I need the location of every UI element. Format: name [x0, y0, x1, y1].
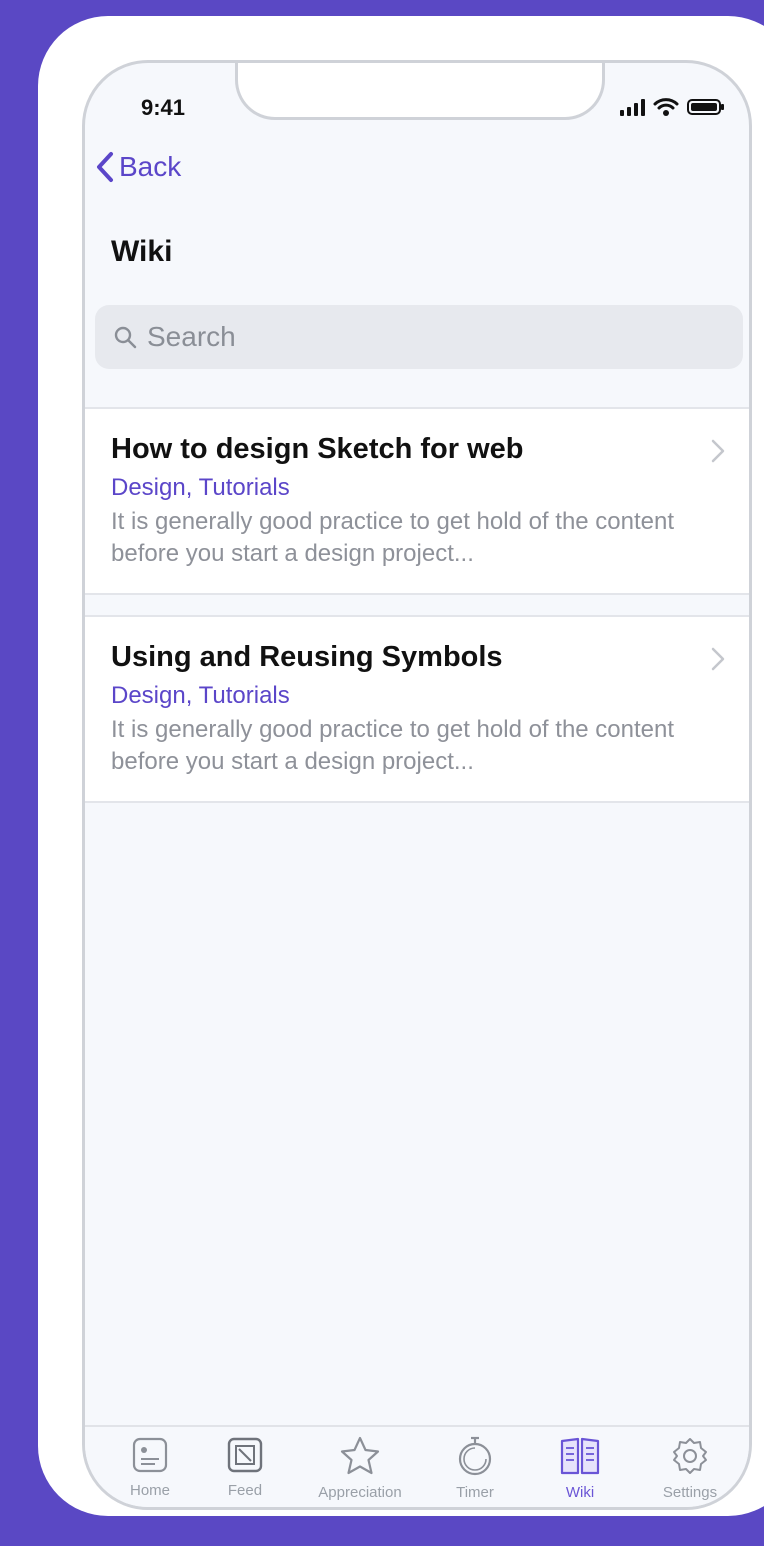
- article-excerpt: It is generally good practice to get hol…: [111, 508, 675, 568]
- gear-icon: [673, 1438, 707, 1474]
- tab-label: Appreciation: [318, 1484, 402, 1501]
- list-item[interactable]: Using and Reusing Symbols Design, Tutori…: [85, 614, 749, 803]
- status-icons: [619, 97, 725, 117]
- battery-icon: [687, 99, 724, 115]
- chevron-right-icon: [711, 439, 725, 463]
- wifi-icon: [653, 98, 679, 116]
- home-icon: [132, 1437, 168, 1473]
- chevron-left-icon: [97, 152, 113, 182]
- article-excerpt: It is generally good practice to get hol…: [111, 715, 675, 776]
- tab-label: Home: [129, 1482, 170, 1499]
- chevron-right-icon: [711, 647, 725, 671]
- back-label: Back: [119, 151, 182, 182]
- search-icon: [114, 326, 137, 349]
- search-input[interactable]: [147, 321, 707, 353]
- tab-label: Feed: [227, 1482, 263, 1499]
- back-button[interactable]: Back: [95, 151, 181, 183]
- article-title: Using and Reusing Symbols: [111, 640, 503, 673]
- tab-home[interactable]: Home: [95, 1435, 205, 1499]
- list-item[interactable]: How to design Sketch for web Design, Tut…: [85, 407, 749, 595]
- signal-icon: [620, 99, 645, 116]
- tab-settings[interactable]: Settings: [635, 1435, 745, 1501]
- article-title: How to design Sketch for web: [111, 433, 524, 465]
- tab-wiki[interactable]: Wiki: [525, 1435, 635, 1501]
- article-categories: Design, Tutorials: [111, 474, 290, 501]
- tab-bar: Home Feed Appreciation Timer Wiki Settin…: [85, 1425, 749, 1507]
- device-notch: [235, 63, 605, 120]
- tab-feed[interactable]: Feed: [190, 1435, 300, 1499]
- tab-label: Settings: [662, 1484, 718, 1501]
- status-time: 9:41: [141, 95, 186, 120]
- tab-label: Wiki: [565, 1484, 595, 1501]
- tab-timer[interactable]: Timer: [420, 1435, 530, 1501]
- article-list: How to design Sketch for web Design, Tut…: [85, 407, 749, 823]
- tab-appreciation[interactable]: Appreciation: [305, 1435, 415, 1501]
- star-icon: [340, 1436, 380, 1475]
- phone-screen: 9:41 Back Wiki Search How to design Sket…: [82, 60, 752, 1510]
- tab-label: Timer: [456, 1484, 494, 1501]
- stopwatch-icon: [458, 1436, 492, 1476]
- page-title: Wiki: [111, 235, 173, 268]
- search-bar[interactable]: [95, 305, 743, 369]
- article-categories: Design, Tutorials: [111, 681, 290, 709]
- book-icon: [560, 1437, 600, 1475]
- feed-icon: [227, 1437, 263, 1473]
